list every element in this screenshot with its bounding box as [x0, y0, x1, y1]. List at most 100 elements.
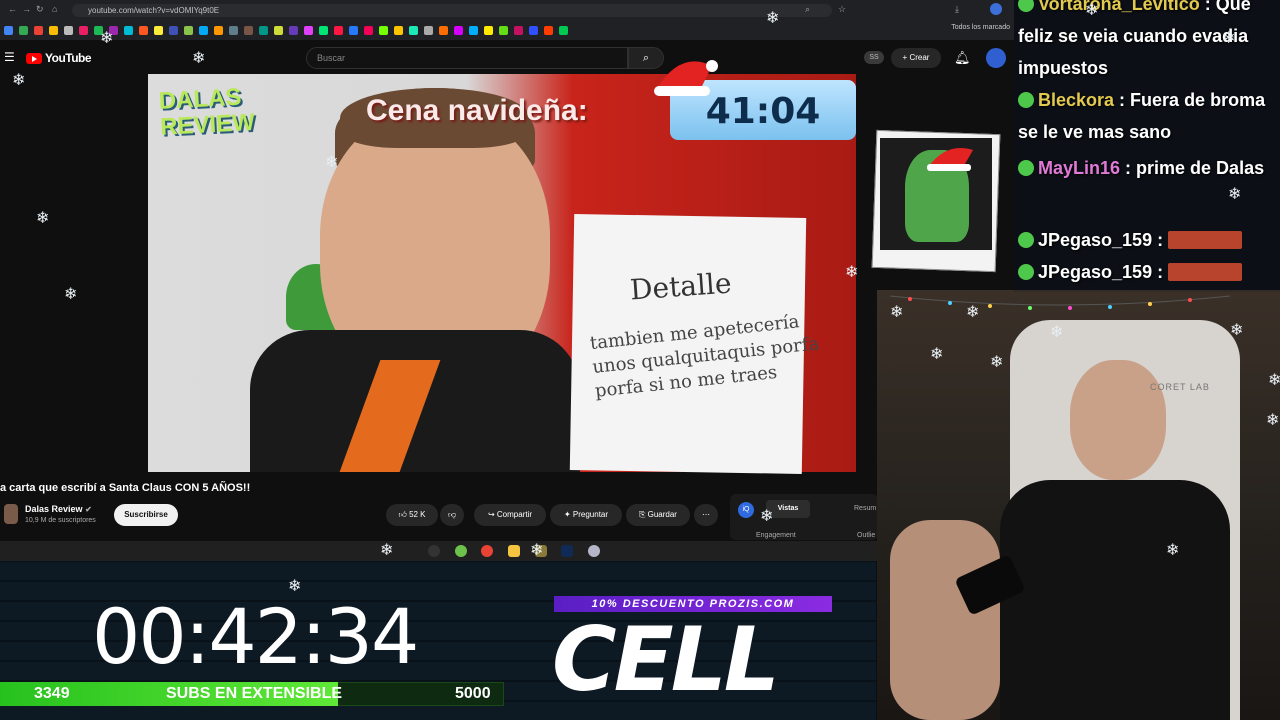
- bookmark-favicon-icon[interactable]: [379, 25, 388, 35]
- bookmark-favicon-icon[interactable]: [439, 25, 448, 35]
- address-bar[interactable]: youtube.com/watch?v=vdOMIYq9t0E: [72, 4, 832, 17]
- streamer-head: [1070, 360, 1166, 480]
- bookmark-favicon-icon[interactable]: [139, 25, 148, 35]
- bookmark-favicon-icon[interactable]: [259, 25, 268, 35]
- bookmark-favicon-icon[interactable]: [499, 25, 508, 35]
- youtube-logo[interactable]: YouTube: [26, 51, 92, 65]
- reload-icon[interactable]: ↻: [36, 4, 44, 15]
- chat-separator: :: [1114, 90, 1131, 110]
- bookmark-favicon-icon[interactable]: [199, 25, 208, 35]
- ask-button[interactable]: ✦ Preguntar: [550, 504, 622, 526]
- account-avatar[interactable]: [986, 48, 1006, 68]
- bookmark-favicon-icon[interactable]: [229, 25, 238, 35]
- menu-icon[interactable]: ☰: [4, 50, 15, 64]
- bookmark-favicon-icon[interactable]: [364, 25, 373, 35]
- lights-string-icon: [889, 295, 1231, 310]
- bookmark-favicon-icon[interactable]: [79, 25, 88, 35]
- channel-avatar[interactable]: [4, 504, 18, 524]
- snowflake-icon: ❄: [766, 10, 780, 27]
- chat-username: Vortarona_Levitico: [1038, 0, 1200, 14]
- snowflake-icon: ❄: [1050, 324, 1064, 341]
- home-icon[interactable]: ⌂: [52, 4, 57, 14]
- bookmark-favicon-icon[interactable]: [319, 25, 328, 35]
- bookmark-favicon-icon[interactable]: [394, 25, 403, 35]
- bookmark-favicon-icon[interactable]: [244, 25, 253, 35]
- snowflake-icon: ❄: [1266, 412, 1280, 429]
- forward-icon[interactable]: →: [22, 4, 31, 14]
- profile-avatar[interactable]: [990, 3, 1002, 15]
- bookmark-favicon-icon[interactable]: [184, 25, 193, 35]
- ask-label: Preguntar: [572, 510, 609, 519]
- more-icon: ⋯: [702, 510, 710, 519]
- bookmark-favicon-icon[interactable]: [304, 25, 313, 35]
- bookmark-favicon-icon[interactable]: [289, 25, 298, 35]
- bookmark-favicon-icon[interactable]: [529, 25, 538, 35]
- more-actions-button[interactable]: ⋯: [694, 504, 718, 526]
- bookmark-favicon-icon[interactable]: [469, 25, 478, 35]
- chat-username: JPegaso_159: [1038, 230, 1153, 250]
- sparkle-icon: ✦: [563, 510, 573, 519]
- photoshop-icon[interactable]: [561, 545, 573, 557]
- folder-icon[interactable]: [508, 545, 520, 557]
- taskbar-app-icon[interactable]: [455, 545, 467, 557]
- bookmark-favicon-icon[interactable]: [154, 25, 163, 35]
- bookmark-favicon-icon[interactable]: [49, 25, 58, 35]
- bookmark-favicon-icon[interactable]: [409, 25, 418, 35]
- bookmark-favicon-icon[interactable]: [124, 25, 133, 35]
- chat-username: Bleckora: [1038, 90, 1115, 110]
- chat-message: JPegaso_159 :: [1018, 256, 1278, 288]
- bookmark-favicon-icon[interactable]: [334, 25, 343, 35]
- chrome-icon[interactable]: [481, 545, 493, 557]
- like-button[interactable]: 👍︎ 52 K: [386, 504, 438, 526]
- share-icon: ↪: [487, 510, 497, 519]
- ss-badge[interactable]: SS: [864, 51, 884, 64]
- snowflake-icon: ❄: [1085, 2, 1099, 19]
- share-button[interactable]: ↪ Compartir: [474, 504, 546, 526]
- notifications-bell-icon[interactable]: 🔔︎: [954, 50, 971, 66]
- search-input[interactable]: Buscar: [306, 47, 628, 69]
- all-bookmarks-link[interactable]: Todos los marcado: [951, 24, 1010, 31]
- bookmark-favicon-icon[interactable]: [214, 25, 223, 35]
- chair-brand: CORET LAB: [1150, 382, 1210, 392]
- bookmark-favicon-icon[interactable]: [559, 25, 568, 35]
- bookmark-favicon-icon[interactable]: [4, 25, 13, 35]
- bookmark-favicon-icon[interactable]: [19, 25, 28, 35]
- bookmark-favicon-icon[interactable]: [64, 25, 73, 35]
- taskbar-app-icon[interactable]: [428, 545, 440, 557]
- chat-redacted: [1168, 263, 1243, 281]
- christmas-lights: [889, 292, 1231, 312]
- stream-countdown: 00:42:34: [92, 592, 419, 681]
- create-label: Crear: [909, 53, 930, 62]
- zoom-icon[interactable]: ⌕: [805, 4, 810, 15]
- bookmark-favicon-icon[interactable]: [454, 25, 463, 35]
- snowflake-icon: ❄: [12, 72, 26, 89]
- cena-label: Cena navideña:: [366, 94, 588, 127]
- bookmark-favicon-icon[interactable]: [514, 25, 523, 35]
- bookmark-favicon-icon[interactable]: [274, 25, 283, 35]
- create-button[interactable]: + Crear: [891, 48, 941, 68]
- bookmark-favicon-icon[interactable]: [484, 25, 493, 35]
- cell-brand-logo: CELL: [552, 608, 780, 711]
- dislike-button[interactable]: 👎︎: [440, 504, 464, 526]
- subs-current: 3349: [34, 685, 70, 702]
- save-button[interactable]: ⎘ Guardar: [626, 504, 690, 526]
- chat-badge-icon: [1018, 264, 1034, 280]
- streamer-body: [1000, 480, 1230, 720]
- snowflake-icon: ❄: [890, 304, 904, 321]
- snowflake-icon: ❄: [36, 210, 50, 227]
- subscribe-button[interactable]: Suscribirse: [114, 504, 178, 526]
- download-icon[interactable]: ⤓: [955, 4, 959, 15]
- bookmark-favicon-icon[interactable]: [34, 25, 43, 35]
- bookmark-star-icon[interactable]: ☆: [838, 4, 846, 15]
- vidiq-icon[interactable]: iQ: [738, 502, 754, 518]
- channel-name[interactable]: Dalas Review ✔: [25, 504, 92, 514]
- back-icon[interactable]: ←: [8, 4, 17, 14]
- snowflake-icon: ❄: [1230, 322, 1244, 339]
- bookmark-favicon-icon[interactable]: [169, 25, 178, 35]
- bookmark-favicon-icon[interactable]: [544, 25, 553, 35]
- bookmark-favicon-icon[interactable]: [349, 25, 358, 35]
- taskbar-app-icon[interactable]: [588, 545, 600, 557]
- tab-resumen[interactable]: Resum: [854, 505, 876, 512]
- snowflake-icon: ❄: [845, 264, 859, 281]
- bookmark-favicon-icon[interactable]: [424, 25, 433, 35]
